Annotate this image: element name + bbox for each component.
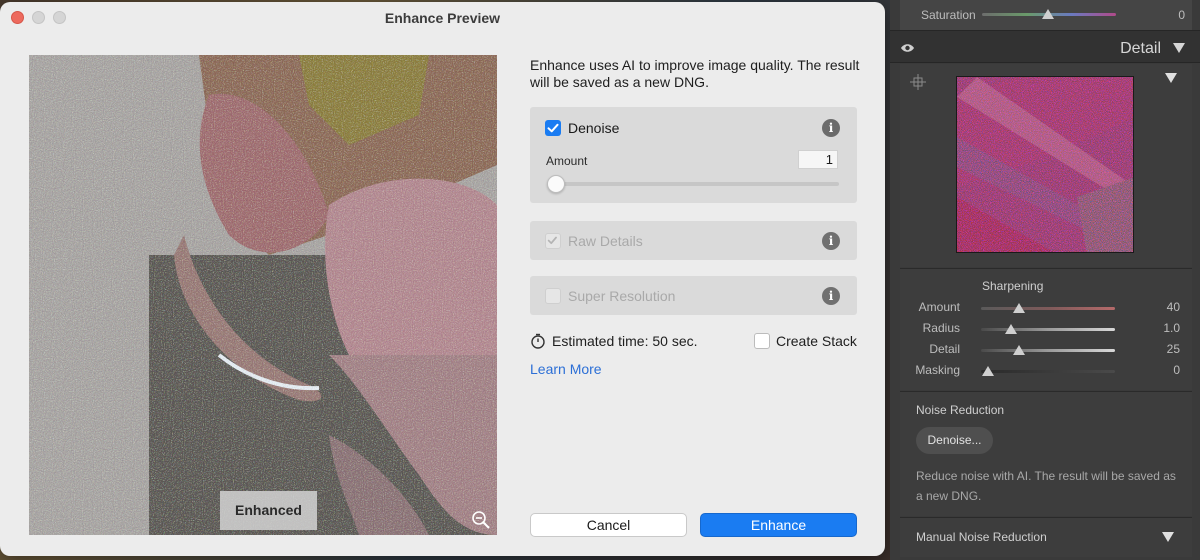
sharpening-title: Sharpening xyxy=(982,279,1044,293)
manual-noise-reduction-header[interactable]: Manual Noise Reduction xyxy=(900,517,1192,557)
sharpening-amount-value[interactable]: 40 xyxy=(1150,300,1180,314)
denoise-info-icon[interactable]: i xyxy=(822,119,840,137)
denoise-checkbox[interactable] xyxy=(545,120,561,136)
manual-noise-reduction-title: Manual Noise Reduction xyxy=(916,530,1047,544)
sharpening-radius-track[interactable] xyxy=(981,328,1115,331)
collapse-triangle-icon[interactable] xyxy=(1173,43,1185,53)
cancel-button[interactable]: Cancel xyxy=(530,513,687,537)
create-stack-checkbox[interactable] xyxy=(754,333,770,349)
enhanced-badge: Enhanced xyxy=(220,491,317,530)
stopwatch-icon xyxy=(531,333,545,349)
raw-details-checkbox[interactable] xyxy=(545,233,561,249)
enhance-preview-dialog: Enhance Preview Enhanced Enhance uses AI… xyxy=(0,2,885,556)
enhance-button[interactable]: Enhance xyxy=(700,513,857,537)
detail-title: Detail xyxy=(1120,40,1161,57)
crosshair-icon[interactable] xyxy=(910,74,926,90)
sharpening-section: Sharpening Amount 40 Radius 1.0 Detail 2… xyxy=(900,268,1192,390)
preview-photo xyxy=(29,55,497,535)
amount-slider-track[interactable] xyxy=(548,182,839,186)
sharpening-detail-thumb[interactable] xyxy=(1013,345,1025,355)
noise-reduction-description: Reduce noise with AI. The result will be… xyxy=(916,469,1176,503)
sharpening-detail-track[interactable] xyxy=(981,349,1115,352)
sharpening-masking-track[interactable] xyxy=(981,370,1115,373)
raw-details-option: Raw Details i xyxy=(530,221,857,260)
expand-triangle-icon[interactable] xyxy=(1162,532,1174,542)
noise-reduction-title: Noise Reduction xyxy=(916,403,1005,417)
sharpening-radius-label: Radius xyxy=(922,321,960,335)
sharpening-detail-label: Detail xyxy=(929,342,960,356)
super-resolution-option: Super Resolution i xyxy=(530,276,857,315)
amount-label: Amount xyxy=(546,154,588,168)
sharpening-radius-thumb[interactable] xyxy=(1005,324,1017,334)
detail-section-header[interactable]: Detail xyxy=(890,30,1200,63)
super-resolution-info-icon[interactable]: i xyxy=(822,287,840,305)
sharpening-detail-value[interactable]: 25 xyxy=(1150,342,1180,356)
sharpening-masking-thumb[interactable] xyxy=(982,366,994,376)
denoise-button[interactable]: Denoise... xyxy=(916,427,993,454)
learn-more-link[interactable]: Learn More xyxy=(530,361,602,377)
dialog-title: Enhance Preview xyxy=(384,10,501,26)
sharpening-masking-label: Masking xyxy=(915,363,960,377)
noise-reduction-section: Noise Reduction Denoise... Reduce noise … xyxy=(900,391,1192,516)
denoise-option: Denoise i Amount 1 xyxy=(530,107,857,203)
detail-zoom-preview[interactable] xyxy=(956,76,1134,253)
checkmark-icon xyxy=(547,236,557,245)
checkmark-icon xyxy=(547,123,559,133)
amount-input[interactable]: 1 xyxy=(798,150,838,169)
super-resolution-label: Super Resolution xyxy=(568,288,676,304)
preview-menu-triangle-icon[interactable] xyxy=(1165,73,1177,83)
title-bar: Enhance Preview xyxy=(0,2,885,32)
develop-right-panel: Saturation 0 Detail Sharpening Amount 40… xyxy=(890,0,1200,560)
saturation-row: Saturation 0 xyxy=(900,0,1192,30)
amount-slider-thumb[interactable] xyxy=(547,175,565,193)
sharpening-amount-track[interactable] xyxy=(981,307,1115,310)
super-resolution-checkbox[interactable] xyxy=(545,288,561,304)
zoom-out-icon[interactable] xyxy=(471,510,491,530)
eye-icon[interactable] xyxy=(900,43,915,53)
create-stack-label: Create Stack xyxy=(776,333,857,349)
preview-image[interactable]: Enhanced xyxy=(29,55,497,535)
raw-details-info-icon[interactable]: i xyxy=(822,232,840,250)
saturation-label: Saturation xyxy=(921,8,976,22)
saturation-slider-thumb[interactable] xyxy=(1042,9,1054,19)
detail-preview-area xyxy=(900,64,1192,267)
sharpening-masking-value[interactable]: 0 xyxy=(1150,363,1180,377)
enhance-description: Enhance uses AI to improve image quality… xyxy=(530,57,860,90)
estimated-time: Estimated time: 50 sec. xyxy=(552,333,698,349)
sharpening-amount-thumb[interactable] xyxy=(1013,303,1025,313)
saturation-value[interactable]: 0 xyxy=(1155,8,1185,22)
denoise-label: Denoise xyxy=(568,120,620,136)
sharpening-radius-value[interactable]: 1.0 xyxy=(1150,321,1180,335)
raw-details-label: Raw Details xyxy=(568,233,643,249)
detail-zoom-photo xyxy=(957,77,1133,252)
sharpening-amount-label: Amount xyxy=(918,300,960,314)
